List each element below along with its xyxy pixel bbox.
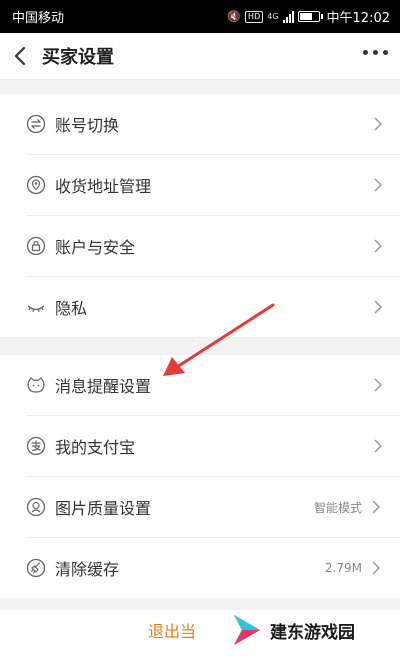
chevron-right-icon — [366, 94, 390, 154]
signal-icon — [282, 10, 294, 23]
settings-group-account: 账号切换 收货地址管理 账户与安全 隐私 — [0, 94, 400, 337]
chevron-right-icon — [362, 477, 390, 537]
nav-bar: 买家设置 — [0, 33, 400, 80]
row-label: 图片质量设置 — [55, 499, 152, 518]
row-label: 账号切换 — [55, 116, 120, 135]
row-clear-cache[interactable]: 清除缓存 2.79M — [0, 538, 400, 598]
settings-group-general: 消息提醒设置 我的支付宝 图片质量设置 智能模式 清除缓存 2.79M — [0, 355, 400, 598]
alipay-icon — [26, 436, 46, 456]
carrier-label: 中国移动 — [12, 11, 65, 26]
watermark-logo-icon — [230, 609, 266, 651]
row-value: 智能模式 — [313, 500, 362, 515]
chevron-right-icon — [366, 155, 390, 215]
logout-button[interactable]: 退出当 — [148, 618, 196, 642]
row-label: 隐私 — [55, 299, 88, 318]
clock-label: 中午12:02 — [326, 11, 390, 26]
row-privacy[interactable]: 隐私 — [0, 277, 400, 337]
location-icon — [26, 175, 46, 195]
row-label: 清除缓存 — [55, 560, 120, 579]
row-account-switch[interactable]: 账号切换 — [0, 94, 400, 154]
row-value: 2.79M — [324, 561, 362, 575]
watermark: 建东游戏园 — [230, 604, 355, 656]
page-title: 买家设置 — [42, 47, 114, 68]
eye-icon — [26, 297, 46, 317]
broom-icon — [26, 558, 46, 578]
status-icons: 🔇 HD 4G 中午12:02 — [227, 7, 390, 26]
bell-icon — [26, 375, 46, 395]
back-icon[interactable] — [0, 33, 40, 80]
row-alipay[interactable]: 我的支付宝 — [0, 416, 400, 476]
chevron-right-icon — [366, 277, 390, 337]
row-label: 账户与安全 — [55, 238, 136, 257]
row-image-quality[interactable]: 图片质量设置 智能模式 — [0, 477, 400, 537]
chevron-right-icon — [362, 538, 390, 598]
chevron-right-icon — [366, 416, 390, 476]
swap-icon — [26, 114, 46, 134]
more-icon[interactable] — [363, 50, 388, 55]
row-address-management[interactable]: 收货地址管理 — [0, 155, 400, 215]
row-label: 我的支付宝 — [55, 438, 136, 457]
row-label: 消息提醒设置 — [55, 377, 152, 396]
chevron-right-icon — [366, 216, 390, 276]
image-icon — [26, 497, 46, 517]
watermark-text: 建东游戏园 — [270, 622, 355, 643]
lock-icon — [26, 236, 46, 256]
mute-icon: 🔇 — [227, 10, 242, 23]
battery-icon — [297, 11, 323, 22]
chevron-right-icon — [366, 355, 390, 415]
status-bar: 中国移动 🔇 HD 4G 中午12:02 — [0, 0, 400, 33]
row-notification-settings[interactable]: 消息提醒设置 — [0, 355, 400, 415]
row-account-security[interactable]: 账户与安全 — [0, 216, 400, 276]
hd-icon: HD — [245, 10, 264, 23]
network-type-label: 4G — [267, 12, 279, 21]
row-label: 收货地址管理 — [55, 177, 152, 196]
